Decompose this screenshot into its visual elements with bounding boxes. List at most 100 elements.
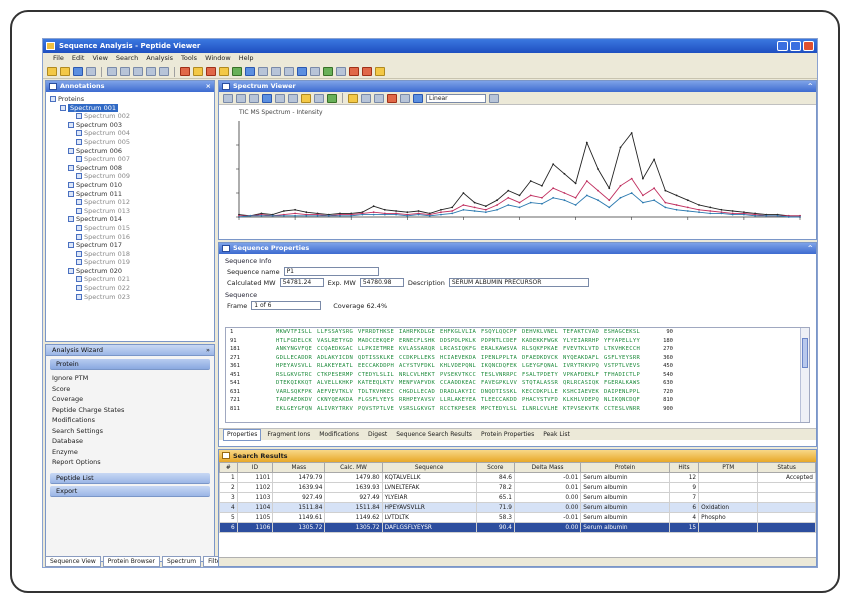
report2-icon[interactable] — [362, 67, 372, 76]
tree-node[interactable]: Spectrum 018 — [50, 250, 210, 259]
tab-properties[interactable]: Properties — [223, 428, 262, 441]
sequence-row[interactable]: 811 EKLGEYGFQN ALIVRYTRKV PQVSTPTLVE VSRSLGK… — [226, 405, 809, 414]
column-header[interactable]: Mass — [272, 462, 326, 473]
smooth-icon[interactable] — [314, 93, 324, 103]
tree-node[interactable]: Spectrum 015 — [50, 224, 210, 233]
paste-icon[interactable] — [133, 67, 143, 76]
column-header[interactable]: Hits — [668, 462, 700, 473]
baseline-icon[interactable] — [288, 93, 298, 103]
run-icon[interactable] — [232, 67, 242, 76]
sequence-grid[interactable]: 1 MKWVTFISLL LLFSSAYSRG VFRRDTHKSE IAHRFKDLG… — [225, 327, 810, 423]
open-folder-icon[interactable] — [60, 67, 70, 76]
table-icon[interactable] — [336, 67, 346, 76]
wizard-item[interactable]: Coverage — [52, 394, 208, 405]
menu-item-search[interactable]: Search — [116, 53, 138, 64]
table-row[interactable]: 6 1106 1305.72 1305.72 DAFLGSFLYEYSR 90.4 0.00… — [219, 522, 816, 533]
tree-node[interactable]: Spectrum 017 — [50, 241, 210, 250]
report-icon[interactable] — [349, 67, 359, 76]
sequence-row[interactable]: 271 GDLLECADDR ADLAKYICDN QDTISSKLKE CCDKPLL… — [226, 354, 809, 363]
title-bar[interactable]: Sequence Analysis - Peptide Viewer — [43, 39, 817, 53]
zoom-in-icon[interactable] — [258, 67, 268, 76]
print-icon[interactable] — [86, 67, 96, 76]
folder-icon[interactable] — [219, 67, 229, 76]
column-header[interactable]: Sequence — [381, 462, 477, 473]
chevron-icon[interactable]: » — [206, 345, 210, 356]
wizard-item[interactable]: Score — [52, 384, 208, 395]
sequence-row[interactable]: 541 DTEKQIKKQT ALVELLKHKP KATEEQLKTV MENFVAF… — [226, 379, 809, 388]
sequence-row[interactable]: 451 RSLGKVGTRC CTKPESERMP CTEDYLSLIL NRLCVLH… — [226, 371, 809, 380]
pointer-icon[interactable] — [223, 93, 233, 103]
column-header[interactable]: Calc. MW — [324, 462, 383, 473]
chart-icon[interactable] — [297, 67, 307, 76]
tab-protein-browser[interactable]: Protein Browser — [102, 556, 161, 567]
ruler-icon[interactable] — [361, 93, 371, 103]
help-icon[interactable] — [375, 67, 385, 76]
tree-node[interactable]: Proteins — [50, 95, 210, 104]
zoom-out-icon[interactable] — [271, 67, 281, 76]
frame-dropdown[interactable]: 1 of 6 — [251, 301, 322, 310]
tree-node[interactable]: Spectrum 006 — [50, 147, 210, 156]
export-icon[interactable] — [323, 67, 333, 76]
table-row[interactable]: 1 1101 1479.79 1479.80 KQTALVELLK 84.6 -0.01 Se… — [219, 472, 816, 483]
minimize-button[interactable] — [777, 41, 788, 51]
save-icon[interactable] — [73, 67, 83, 76]
description-input[interactable]: SERUM ALBUMIN PRECURSOR — [448, 278, 589, 287]
tree-node[interactable]: Spectrum 011 — [50, 190, 210, 199]
copy-icon[interactable] — [120, 67, 130, 76]
maximize-button[interactable] — [790, 41, 801, 51]
spectrum-chart[interactable] — [225, 117, 810, 237]
tree-node[interactable]: Spectrum 007 — [50, 155, 210, 164]
tree-node[interactable]: Spectrum 003 — [50, 121, 210, 130]
tree-node[interactable]: Spectrum 014 — [50, 215, 210, 224]
redo-icon[interactable] — [159, 67, 169, 76]
tree-node[interactable]: Spectrum 008 — [50, 164, 210, 173]
scale-dropdown[interactable]: Linear — [426, 93, 486, 103]
results-table[interactable]: # ID Mass Calc. MW Sequence Score Delta Mass Pr… — [219, 462, 816, 533]
tab-fragment-ions[interactable]: Fragment Ions — [264, 430, 313, 440]
sequence-row[interactable]: 631 VARLSQKFPK AEFVEVTKLV TDLTKVHKEC CHGDLLE… — [226, 388, 809, 397]
stop-icon[interactable] — [180, 67, 190, 76]
refresh-icon[interactable] — [489, 93, 499, 103]
calibrate-icon[interactable] — [327, 93, 337, 103]
wizard-item[interactable]: Ignore PTM — [52, 373, 208, 384]
color-icon[interactable] — [413, 93, 423, 103]
collapse-icon[interactable]: ^ — [808, 243, 813, 254]
tree-node[interactable]: Spectrum 013 — [50, 207, 210, 216]
new-file-icon[interactable] — [47, 67, 57, 76]
wizard-item[interactable]: Peptide Charge States — [52, 405, 208, 416]
settings-icon[interactable] — [245, 67, 255, 76]
wizard-item[interactable]: Report Options — [52, 457, 208, 468]
search-icon[interactable] — [193, 67, 203, 76]
column-header[interactable]: ID — [236, 462, 274, 473]
delete-icon[interactable] — [206, 67, 216, 76]
highlight-icon[interactable] — [301, 93, 311, 103]
grid-icon[interactable] — [374, 93, 384, 103]
tree-node[interactable]: Spectrum 023 — [50, 293, 210, 302]
tree-node[interactable]: Spectrum 021 — [50, 275, 210, 284]
menu-item-edit[interactable]: Edit — [72, 53, 85, 64]
tab-spectrum[interactable]: Spectrum — [162, 556, 202, 567]
peak-icon[interactable] — [262, 93, 272, 103]
column-header[interactable]: Score — [475, 462, 515, 473]
zoom-icon[interactable] — [236, 93, 246, 103]
wizard-header[interactable]: Analysis Wizard » — [46, 345, 214, 356]
tree-node[interactable]: Spectrum 001 — [50, 103, 210, 113]
table-row[interactable]: 3 1103 927.49 927.49 YLYEIAR 65.1 0.00 Serum al… — [219, 492, 816, 503]
scroll-thumb[interactable] — [802, 338, 808, 368]
tree-node[interactable]: Spectrum 012 — [50, 198, 210, 207]
sequence-row[interactable]: 361 HPEYAVSVLL RLAKEYEATL EECCAKDDPH ACYSTVF… — [226, 362, 809, 371]
undo-icon[interactable] — [146, 67, 156, 76]
column-header[interactable]: # — [219, 462, 238, 473]
table-row[interactable]: 5 1105 1149.61 1149.62 LVTDLTK 58.3 -0.01 Serum… — [219, 512, 816, 523]
column-header[interactable]: Protein — [580, 462, 670, 473]
cut-icon[interactable] — [107, 67, 117, 76]
table-row[interactable]: 4 1104 1511.84 1511.84 HPEYAVSVLLR 71.9 0.00 Se… — [219, 502, 816, 513]
column-header[interactable]: PTM — [698, 462, 759, 473]
menu-item-file[interactable]: File — [53, 53, 64, 64]
tree-node[interactable]: Spectrum 010 — [50, 181, 210, 190]
sequence-row[interactable]: 721 TADFAEDKDV CKNYQEAKDA FLGSFLYEYS RRHPEYA… — [226, 396, 809, 405]
horizontal-scrollbar[interactable] — [219, 557, 816, 566]
tab-peak-list[interactable]: Peak List — [540, 430, 573, 440]
menu-item-window[interactable]: Window — [205, 53, 231, 64]
wizard-item[interactable]: Database — [52, 436, 208, 447]
